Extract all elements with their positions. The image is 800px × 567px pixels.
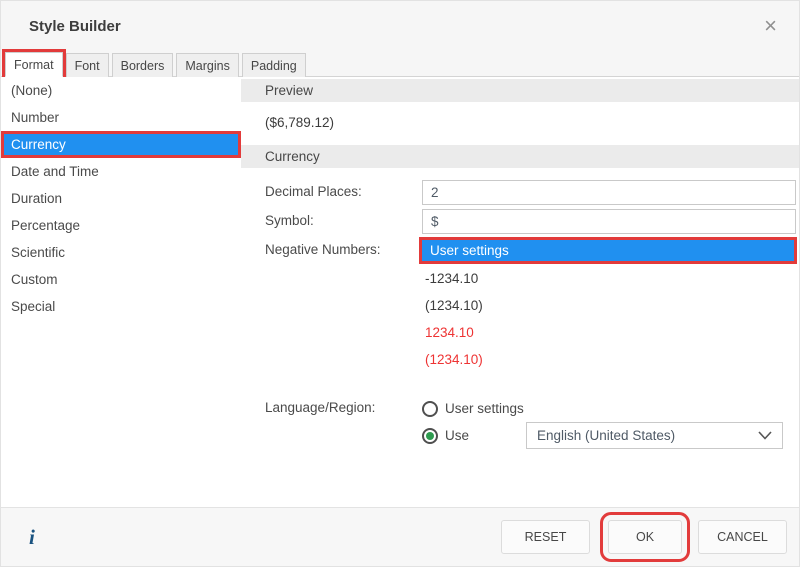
radio-row-user-settings: User settings (422, 396, 794, 421)
negative-numbers-list: User settings -1234.10 (1234.10) 1234.10… (422, 238, 794, 373)
style-builder-dialog: Style Builder × Format Font Borders Marg… (0, 0, 800, 567)
sidebar-item-currency[interactable]: Currency (4, 134, 238, 155)
language-dropdown[interactable]: English (United States) (526, 422, 783, 449)
sidebar-item-scientific[interactable]: Scientific (1, 239, 241, 266)
currency-section-header: Currency (241, 145, 799, 168)
radio-use[interactable] (422, 428, 438, 444)
sidebar-item-duration[interactable]: Duration (1, 185, 241, 212)
symbol-input[interactable] (422, 209, 796, 234)
radio-use-label: Use (445, 428, 469, 443)
tab-padding[interactable]: Padding (242, 53, 306, 77)
dialog-header: Style Builder × (1, 1, 799, 51)
language-dropdown-value: English (United States) (537, 428, 675, 443)
preview-section-header: Preview (241, 79, 799, 102)
radio-user-settings[interactable] (422, 401, 438, 417)
radio-user-settings-label: User settings (445, 401, 524, 416)
chevron-down-icon (758, 431, 772, 440)
language-region-controls: User settings Use English (United States… (422, 396, 794, 448)
tab-format[interactable]: Format (5, 52, 63, 77)
negative-option-parens[interactable]: (1234.10) (422, 292, 794, 319)
format-category-list: (None) Number Currency Date and Time Dur… (1, 77, 241, 507)
dialog-title: Style Builder (29, 18, 121, 35)
negative-option-minus[interactable]: -1234.10 (422, 265, 794, 292)
tab-font[interactable]: Font (66, 53, 109, 77)
language-region-label: Language/Region: (265, 396, 422, 448)
reset-button[interactable]: RESET (501, 520, 590, 554)
decimal-places-label: Decimal Places: (265, 180, 422, 205)
info-icon[interactable]: i (29, 525, 35, 550)
negative-option-red-parens[interactable]: (1234.10) (422, 346, 794, 373)
format-detail-panel: Preview ($6,789.12) Currency Decimal Pla… (241, 77, 799, 507)
dialog-footer: i RESET OK CANCEL (1, 507, 799, 566)
language-region-row: Language/Region: User settings Use Engli… (265, 396, 794, 448)
sidebar-item-none[interactable]: (None) (1, 77, 241, 104)
decimal-places-row: Decimal Places: (265, 180, 794, 205)
negative-option-user-settings[interactable]: User settings (422, 240, 794, 261)
negative-numbers-label: Negative Numbers: (265, 238, 422, 373)
decimal-places-input[interactable] (422, 180, 796, 205)
tab-strip: Format Font Borders Margins Padding (1, 51, 799, 77)
preview-value: ($6,789.12) (241, 102, 799, 145)
sidebar-item-date-and-time[interactable]: Date and Time (1, 158, 241, 185)
sidebar-item-custom[interactable]: Custom (1, 266, 241, 293)
sidebar-item-special[interactable]: Special (1, 293, 241, 320)
close-icon[interactable]: × (764, 15, 777, 37)
negative-numbers-row: Negative Numbers: User settings -1234.10… (265, 238, 794, 373)
sidebar-item-percentage[interactable]: Percentage (1, 212, 241, 239)
symbol-row: Symbol: (265, 209, 794, 234)
dialog-body: (None) Number Currency Date and Time Dur… (1, 77, 799, 507)
footer-buttons: RESET OK CANCEL (501, 520, 787, 554)
radio-row-use: Use English (United States) (422, 423, 794, 448)
tab-margins[interactable]: Margins (176, 53, 238, 77)
cancel-button[interactable]: CANCEL (698, 520, 787, 554)
tab-borders[interactable]: Borders (112, 53, 174, 77)
currency-form: Decimal Places: Symbol: Negative Numbers… (241, 168, 799, 448)
symbol-label: Symbol: (265, 209, 422, 234)
ok-button[interactable]: OK (608, 520, 682, 554)
negative-option-red[interactable]: 1234.10 (422, 319, 794, 346)
sidebar-item-number[interactable]: Number (1, 104, 241, 131)
